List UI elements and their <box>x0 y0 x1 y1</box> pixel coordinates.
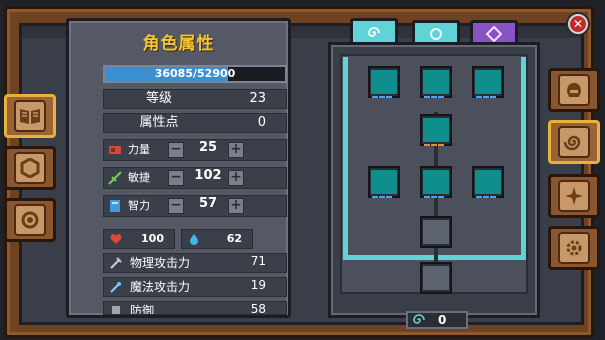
skill-tab-1[interactable] <box>350 18 398 44</box>
agility-value: 102 <box>194 168 222 183</box>
attribute-points-label: 属性点 <box>139 115 179 130</box>
intellect-value: 57 <box>198 196 218 211</box>
lock-icon <box>423 266 449 290</box>
sparkle-icon <box>558 180 590 212</box>
trident-skill-icon <box>371 70 397 98</box>
skill-node[interactable] <box>420 114 452 146</box>
agility-row: 敏捷 − 102 + <box>103 167 287 189</box>
skill-node-locked[interactable] <box>420 216 452 248</box>
skill-tab-3[interactable] <box>470 20 518 44</box>
side-tab-hexagon[interactable] <box>4 146 56 190</box>
hp-value: 100 <box>141 232 164 245</box>
rune-icon <box>486 25 502 42</box>
strength-minus-button[interactable]: − <box>168 142 184 158</box>
intellect-row: 智力 − 57 + <box>103 195 287 217</box>
intellect-minus-button[interactable]: − <box>168 198 184 214</box>
side-tab-helmet[interactable] <box>548 68 600 112</box>
side-tab-ring[interactable] <box>4 198 56 242</box>
intellect-plus-button[interactable]: + <box>228 198 244 214</box>
skill-node[interactable] <box>368 166 400 198</box>
skill-node[interactable] <box>368 66 400 98</box>
skill-tab-2[interactable] <box>412 20 460 44</box>
attribute-points-row: 属性点 0 <box>103 113 287 133</box>
swirl-icon <box>558 126 590 158</box>
burst-skill-icon <box>371 170 397 198</box>
vortex-icon <box>430 27 442 40</box>
helmet-icon <box>558 74 590 106</box>
ring-icon <box>14 204 46 236</box>
leaf-skill-icon <box>423 70 449 98</box>
crystal-skill-icon <box>423 118 449 146</box>
intellect-label: 智力 <box>128 199 150 212</box>
hexagon-icon <box>14 152 46 184</box>
strength-row: 力量 − 25 + <box>103 139 287 161</box>
level-value: 23 <box>249 91 266 106</box>
physical-attack-row: 物理攻击力 71 <box>103 253 287 273</box>
experience-bar: 36085/52900 <box>103 65 287 83</box>
side-tab-gear[interactable] <box>548 226 600 270</box>
level-label: 等级 <box>145 91 172 106</box>
close-icon: ✕ <box>570 16 586 32</box>
side-tab-swirl[interactable] <box>548 120 600 164</box>
intellect-icon <box>110 200 120 212</box>
skill-node[interactable] <box>420 66 452 98</box>
close-button[interactable]: ✕ <box>566 12 590 36</box>
shield-icon <box>112 306 120 314</box>
experience-text: 36085/52900 <box>154 67 236 80</box>
physical-attack-label: 物理攻击力 <box>130 256 191 270</box>
skill-points-box: 0 <box>406 311 468 329</box>
shield-skill-icon <box>475 170 501 198</box>
attributes-panel: 角色属性 36085/52900 等级 23 属性点 0 力量 − 25 + 敏… <box>66 18 291 318</box>
skill-tree-area <box>340 54 528 294</box>
magic-attack-label: 魔法攻击力 <box>130 280 191 294</box>
strength-label: 力量 <box>128 143 150 156</box>
storm-skill-icon <box>423 170 449 198</box>
defense-value: 58 <box>250 302 266 315</box>
level-row: 等级 23 <box>103 89 287 109</box>
swirl-icon <box>413 314 425 324</box>
book-icon <box>14 100 46 132</box>
hp-box: 100 <box>103 229 175 249</box>
mp-box: 62 <box>181 229 253 249</box>
lock-icon <box>423 220 449 244</box>
skill-node[interactable] <box>472 166 504 198</box>
mana-drop-icon <box>190 234 198 245</box>
skill-node-locked[interactable] <box>420 262 452 294</box>
agility-minus-button[interactable]: − <box>168 170 184 186</box>
agility-label: 敏捷 <box>128 171 150 184</box>
sword-icon <box>110 257 122 269</box>
physical-attack-value: 71 <box>250 254 266 268</box>
strength-icon <box>109 146 121 154</box>
agility-plus-button[interactable]: + <box>228 170 244 186</box>
skill-node[interactable] <box>472 66 504 98</box>
heal-skill-icon <box>475 70 501 98</box>
defense-row: 防御 58 <box>103 301 287 315</box>
magic-attack-value: 19 <box>250 278 266 292</box>
heart-icon <box>110 234 122 244</box>
strength-plus-button[interactable]: + <box>228 142 244 158</box>
skill-node[interactable] <box>420 166 452 198</box>
strength-value: 25 <box>198 140 218 155</box>
side-tab-book[interactable] <box>4 94 56 138</box>
defense-label: 防御 <box>130 304 155 315</box>
attribute-points-value: 0 <box>257 115 266 130</box>
magic-attack-row: 魔法攻击力 19 <box>103 277 287 297</box>
side-tab-sparkle[interactable] <box>548 174 600 218</box>
skill-tree-panel <box>328 42 540 318</box>
skill-points-value: 0 <box>438 313 447 327</box>
gear-icon <box>558 232 590 264</box>
agility-icon <box>108 171 122 185</box>
panel-title: 角色属性 <box>142 34 215 54</box>
wand-icon <box>110 282 121 293</box>
mp-value: 62 <box>226 232 242 245</box>
swirl-icon <box>367 26 380 37</box>
